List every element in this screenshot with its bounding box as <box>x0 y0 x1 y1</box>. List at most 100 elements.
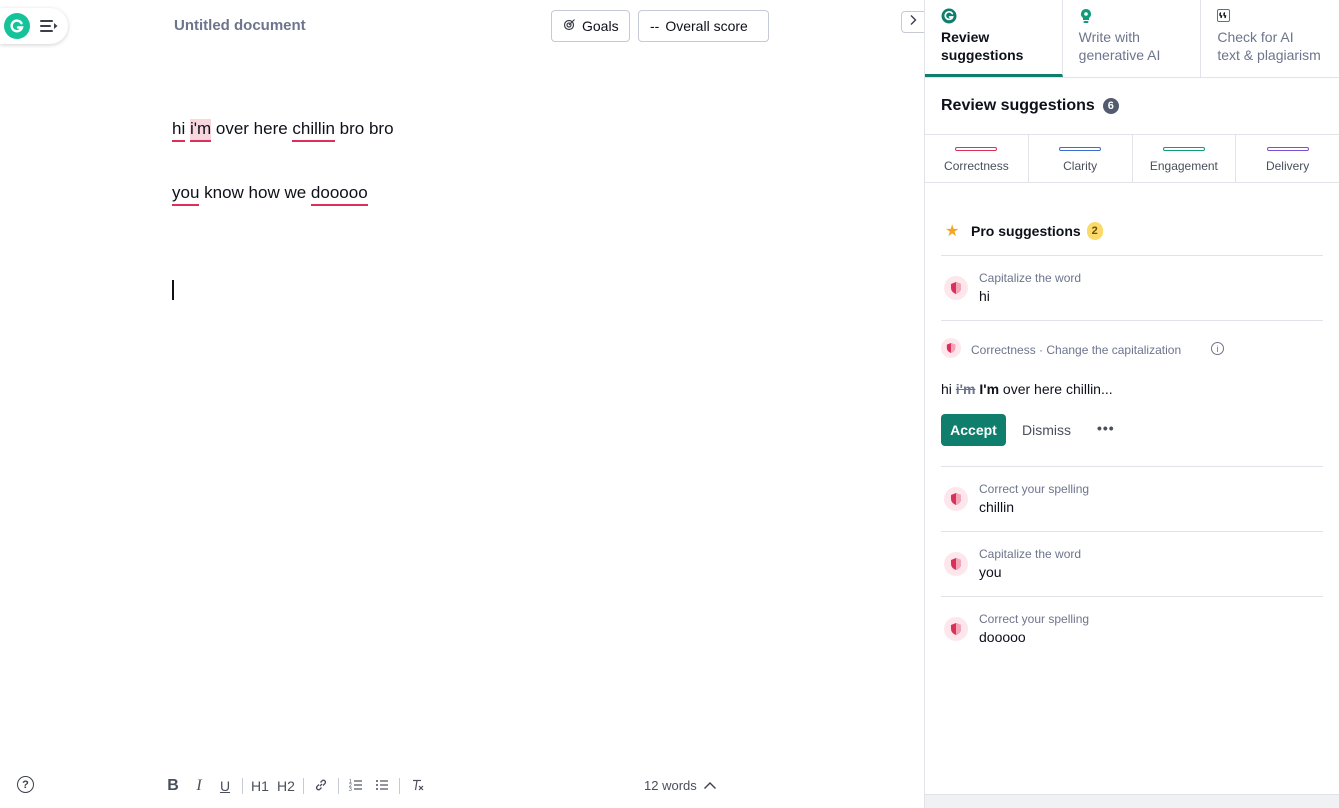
pro-suggestions-label: Pro suggestions <box>971 222 1081 239</box>
suggestion-word: dooooo <box>979 629 1026 645</box>
expanded-suggestion-card: Correctness · Change the capitalization … <box>941 321 1323 467</box>
dismiss-button[interactable]: Dismiss <box>1022 422 1071 438</box>
svg-text:3: 3 <box>349 787 352 792</box>
preview-prefix: hi <box>941 381 956 397</box>
suggestion-title: Correct your spelling <box>979 482 1090 496</box>
suggestion-card[interactable]: Correct your spelling chillin <box>941 467 1323 532</box>
suggestion-count-badge: 6 <box>1102 98 1119 114</box>
category-delivery[interactable]: Delivery <box>1236 135 1339 182</box>
chevron-right-icon <box>908 13 918 31</box>
accept-button[interactable]: Accept <box>941 414 1006 446</box>
pro-suggestions-row[interactable]: ★ Pro suggestions 2 <box>941 206 1323 256</box>
expanded-header: Correctness · Change the capitalization <box>941 338 1181 361</box>
info-icon[interactable]: i <box>1211 342 1224 355</box>
category-bar <box>1162 147 1205 151</box>
document-line-2[interactable]: you know how we dooooo <box>172 183 368 206</box>
panel-header: Review suggestions 6 <box>925 78 1339 135</box>
bold-button[interactable]: B <box>160 777 186 795</box>
target-icon <box>563 18 576 34</box>
goals-label: Goals <box>582 18 619 34</box>
document-line-1[interactable]: hi i'm over here chillin bro bro <box>172 119 394 142</box>
pro-count-badge: 2 <box>1086 221 1103 240</box>
shield-icon <box>941 338 961 361</box>
panel-title: Review suggestions <box>941 97 1095 114</box>
numbered-list-icon[interactable]: 123 <box>343 778 369 795</box>
format-toolbar: B I U H1 H2 123 <box>160 772 430 800</box>
quote-icon <box>1217 6 1339 26</box>
tab-ai-plagiarism[interactable]: Check for AI text & plagiarism <box>1201 0 1339 77</box>
shield-icon <box>944 276 968 305</box>
chevron-up-icon <box>703 778 717 793</box>
category-clarity[interactable]: Clarity <box>1029 135 1133 182</box>
menu-pill <box>0 8 68 44</box>
category-correctness[interactable]: Correctness <box>925 135 1029 182</box>
tab-label-line2: suggestions <box>941 47 1024 63</box>
suggestion-card[interactable]: Correct your spelling dooooo <box>941 597 1323 662</box>
grammarly-icon <box>941 6 1062 26</box>
category-label: Correctness <box>944 159 1009 173</box>
expanded-preview-text: hi i'm I'm over here chillin... <box>941 381 1113 397</box>
category-label: Delivery <box>1265 159 1310 173</box>
help-icon[interactable]: ? <box>17 776 34 793</box>
shield-icon <box>944 552 968 581</box>
lightbulb-icon <box>1079 6 1201 26</box>
category-filters: Correctness Clarity Engagement Delivery <box>925 135 1339 183</box>
tab-label-line2: generative AI <box>1078 47 1161 63</box>
suggestion-word: chillin <box>979 499 1015 515</box>
toolbar-divider <box>399 778 400 794</box>
shield-icon <box>944 487 968 516</box>
tab-label-line1: Review <box>941 29 990 45</box>
text-segment[interactable]: dooooo <box>310 183 368 206</box>
panel-tabs: Review suggestions Write with generative… <box>925 0 1339 78</box>
word-count-toggle[interactable]: 12 words <box>644 778 717 793</box>
category-label: Engagement <box>1149 159 1218 173</box>
panel-footer-bar <box>925 794 1339 808</box>
category-bar <box>1266 147 1309 151</box>
collapse-panel-button[interactable] <box>901 11 924 33</box>
tab-label-line2: text & plagiarism <box>1217 47 1321 63</box>
category-bar <box>955 147 998 151</box>
tab-review-suggestions[interactable]: Review suggestions <box>925 0 1063 77</box>
text-segment[interactable]: i'm <box>189 119 212 142</box>
italic-button[interactable]: I <box>186 777 212 795</box>
document-title[interactable]: Untitled document <box>174 17 306 34</box>
text-segment[interactable]: chillin <box>292 119 335 142</box>
tab-label-line1: Write with <box>1078 29 1140 45</box>
text-segment[interactable]: you <box>172 183 200 206</box>
toolbar-divider <box>338 778 339 794</box>
link-icon[interactable] <box>308 778 334 795</box>
bullet-list-icon[interactable] <box>369 778 395 795</box>
score-value: -- <box>650 18 660 34</box>
word-count-label: 12 words <box>644 778 697 793</box>
category-label: Clarity <box>1063 159 1098 173</box>
suggestion-word: you <box>979 564 1002 580</box>
heading2-button[interactable]: H2 <box>273 778 299 794</box>
suggestion-word: hi <box>979 288 990 304</box>
category-engagement[interactable]: Engagement <box>1133 135 1237 182</box>
overall-score-button[interactable]: -- Overall score <box>638 10 769 42</box>
suggestion-title: Capitalize the word <box>979 547 1082 561</box>
preview-suffix: over here chillin... <box>999 381 1113 397</box>
more-options-button[interactable]: ••• <box>1097 420 1115 436</box>
toolbar-divider <box>242 778 243 794</box>
underline-button[interactable]: U <box>212 778 238 794</box>
suggestion-title: Correct your spelling <box>979 612 1090 626</box>
grammarly-logo-icon[interactable] <box>4 13 30 39</box>
toolbar-divider <box>303 778 304 794</box>
suggestion-card[interactable]: Capitalize the word hi <box>941 256 1323 321</box>
preview-strikethrough: i'm <box>955 381 976 397</box>
heading1-button[interactable]: H1 <box>247 778 273 794</box>
text-segment: bro bro <box>334 119 394 138</box>
suggestion-card[interactable]: Capitalize the word you <box>941 532 1323 597</box>
menu-icon[interactable] <box>38 15 60 37</box>
clear-format-icon[interactable] <box>404 778 430 795</box>
text-cursor <box>172 280 174 300</box>
star-icon: ★ <box>945 222 960 240</box>
text-segment[interactable]: hi <box>172 119 186 142</box>
preview-replacement[interactable]: I'm <box>979 381 999 397</box>
suggestion-title: Capitalize the word <box>979 271 1082 285</box>
category-bar <box>1059 147 1102 151</box>
goals-button[interactable]: Goals <box>551 10 630 42</box>
expanded-header-label: Correctness · Change the capitalization <box>971 342 1182 357</box>
tab-generative-ai[interactable]: Write with generative AI <box>1063 0 1202 77</box>
